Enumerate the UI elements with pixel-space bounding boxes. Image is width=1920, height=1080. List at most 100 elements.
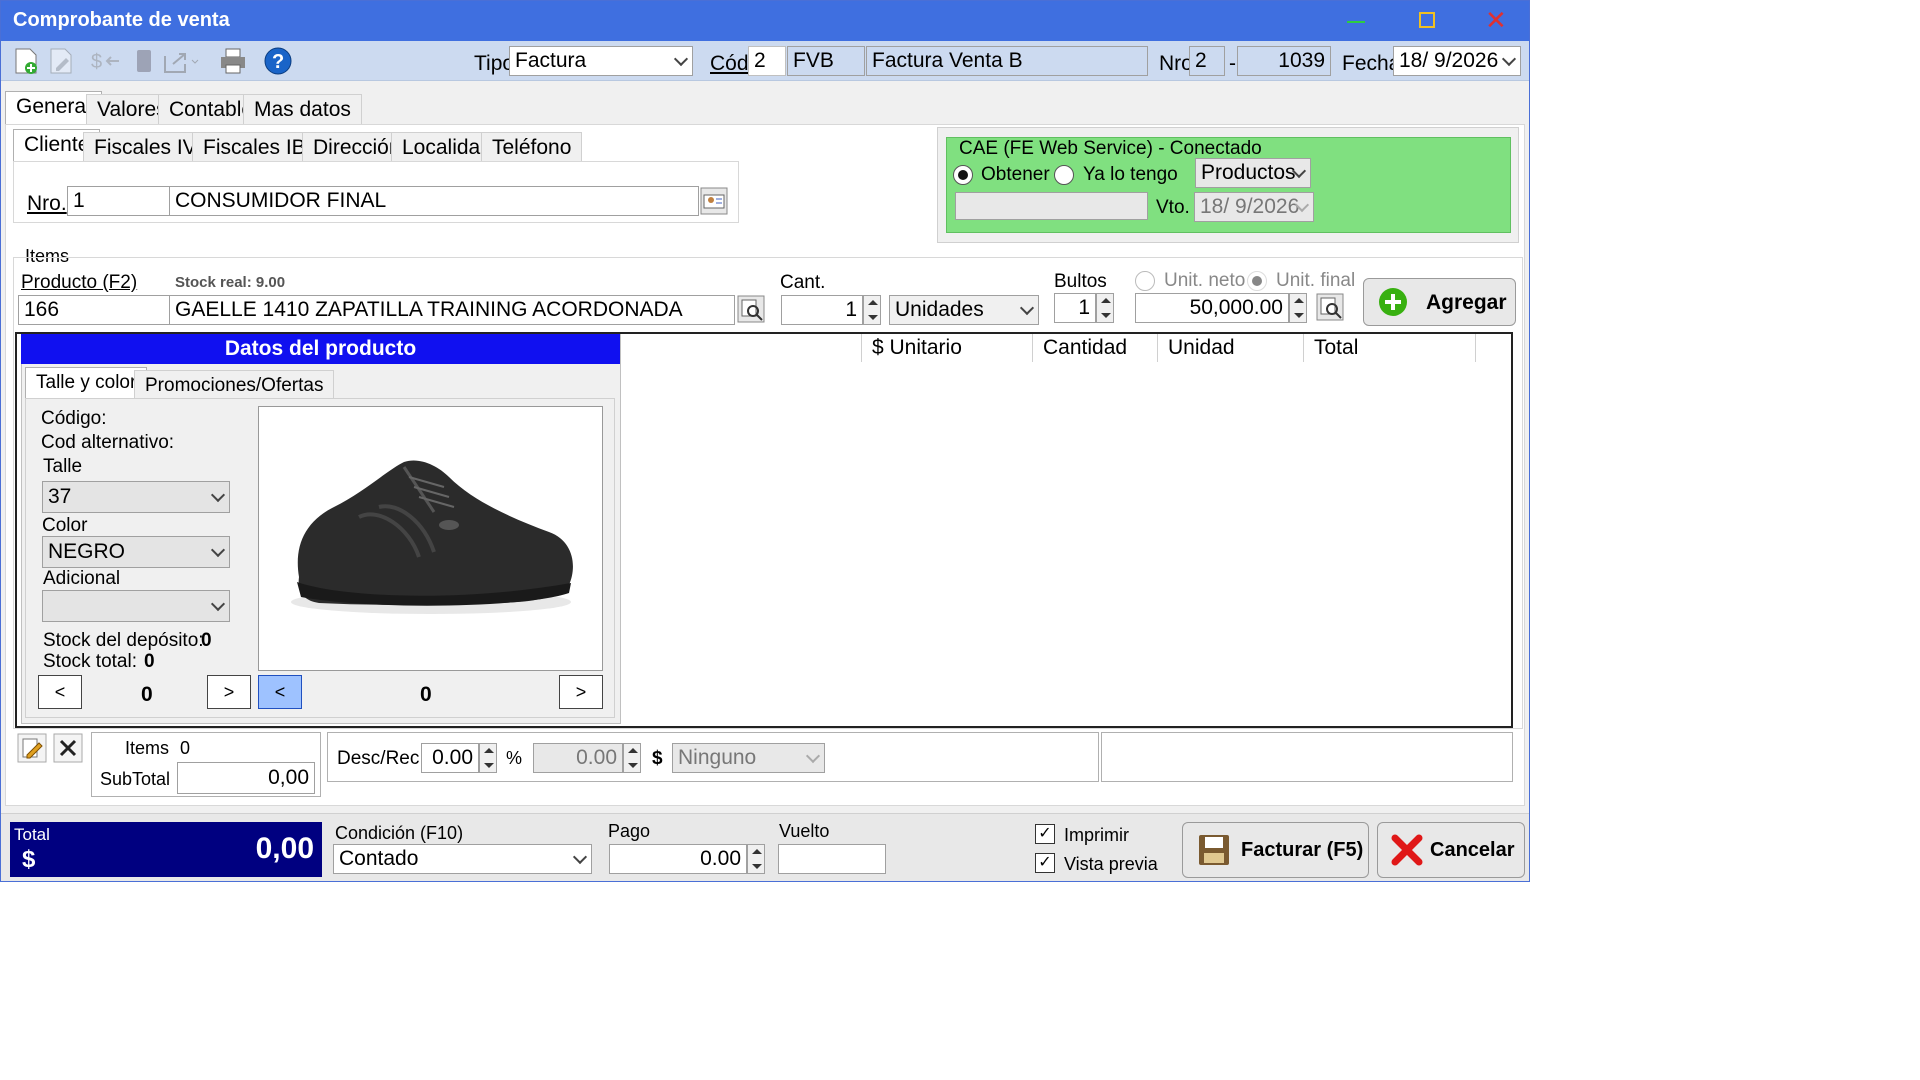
unit-neto-label: Unit. neto <box>1164 270 1246 291</box>
product-image-frame <box>258 406 603 671</box>
stock-deposito-label: Stock del depósito: <box>43 630 204 651</box>
cae-ya-lo-tengo-radio[interactable] <box>1054 165 1074 185</box>
facturar-button[interactable]: Facturar (F5) <box>1182 822 1369 878</box>
vuelto-input[interactable] <box>778 844 886 874</box>
punto-venta: 2 <box>1189 46 1225 76</box>
phone-icon[interactable] <box>129 46 159 76</box>
export-icon[interactable] <box>161 46 201 76</box>
total-value: 0,00 <box>255 832 314 865</box>
color-select[interactable]: NEGRO <box>42 536 230 568</box>
cod-alternativo-label: Cod alternativo: <box>41 432 175 453</box>
client-name-input[interactable]: CONSUMIDOR FINAL <box>169 186 699 216</box>
tab-promociones[interactable]: Promociones/Ofertas <box>134 370 335 400</box>
image-prev-button[interactable]: < <box>258 675 302 709</box>
new-document-icon[interactable] <box>11 46 41 76</box>
desc-pct-input[interactable]: 0.00 <box>421 743 479 773</box>
producto-code-input[interactable]: 166 <box>18 295 170 325</box>
edit-document-icon[interactable] <box>46 46 76 76</box>
cod-description: Factura Venta B <box>866 46 1148 76</box>
condicion-label: Condición (F10) <box>335 823 464 843</box>
nro-separator: - <box>1229 52 1236 75</box>
items-count-label: Items <box>125 738 170 758</box>
grid-col-cantidad[interactable]: Cantidad <box>1033 334 1158 362</box>
save-icon <box>1199 835 1229 865</box>
minimize-icon[interactable] <box>1347 21 1365 23</box>
agregar-button[interactable]: Agregar <box>1363 278 1516 326</box>
subtotal-label: SubTotal <box>100 769 171 789</box>
imprimir-label: Imprimir <box>1064 825 1129 845</box>
cae-productos-select[interactable]: Productos <box>1195 158 1311 188</box>
condicion-select[interactable]: Contado <box>333 844 592 874</box>
tipo-select[interactable]: Factura <box>509 46 693 76</box>
tab-telefono[interactable]: Teléfono <box>481 132 583 162</box>
talle-next-button[interactable]: > <box>207 675 251 709</box>
desc-amount-spinner[interactable] <box>623 743 641 773</box>
color-label: Color <box>42 515 88 536</box>
cancel-x-icon <box>1391 834 1423 866</box>
producto-desc-input[interactable]: GAELLE 1410 ZAPATILLA TRAINING ACORDONAD… <box>169 295 735 325</box>
unidad-select[interactable]: Unidades <box>889 295 1039 325</box>
precio-spinner[interactable] <box>1289 293 1307 323</box>
client-lookup-icon[interactable] <box>700 187 728 215</box>
bultos-input[interactable]: 1 <box>1054 293 1096 323</box>
close-icon[interactable]: ✕ <box>1485 5 1507 35</box>
tab-mas-datos[interactable]: Mas datos <box>243 94 362 124</box>
client-nro-input[interactable]: 1 <box>67 186 170 216</box>
tab-talle-color[interactable]: Talle y color <box>25 367 148 399</box>
imprimir-checkbox[interactable]: ✓ <box>1035 824 1055 844</box>
bultos-label: Bultos <box>1054 271 1107 292</box>
vuelto-label: Vuelto <box>779 821 830 841</box>
delete-row-icon[interactable] <box>53 733 83 763</box>
info-box <box>1101 732 1513 782</box>
maximize-icon[interactable] <box>1419 12 1435 28</box>
title-bar: Comprobante de venta ✕ <box>1 1 1529 41</box>
cae-number-input[interactable] <box>955 192 1148 220</box>
unit-final-radio[interactable] <box>1247 271 1267 291</box>
adicional-select[interactable] <box>42 590 230 622</box>
cant-label: Cant. <box>780 272 826 293</box>
cod-code: FVB <box>787 46 865 76</box>
precio-input[interactable]: 50,000.00 <box>1135 293 1289 323</box>
edit-row-icon[interactable] <box>17 733 47 763</box>
stock-real: Stock real: 9.00 <box>175 274 286 291</box>
grid-col-total[interactable]: Total <box>1304 334 1476 362</box>
cod-input[interactable]: 2 <box>748 46 786 76</box>
sales-voucher-window: Comprobante de venta ✕ $ ? Tipo Factura … <box>0 0 1530 882</box>
pago-label: Pago <box>608 821 651 841</box>
print-icon[interactable] <box>218 46 248 76</box>
cae-vto-picker[interactable]: 18/ 9/2026 <box>1194 192 1314 222</box>
talle-nav-count: 0 <box>141 683 153 706</box>
desc-tipo-select[interactable]: Ninguno <box>672 743 825 773</box>
price-search-icon[interactable] <box>1316 293 1344 321</box>
cae-ya-lo-tengo-label: Ya lo tengo <box>1083 164 1178 185</box>
client-nro-label[interactable]: Nro. <box>27 192 67 216</box>
bultos-spinner[interactable] <box>1096 293 1114 323</box>
image-next-button[interactable]: > <box>559 675 603 709</box>
desc-amount-input[interactable]: 0.00 <box>533 743 623 773</box>
grid-col-blank <box>621 334 862 362</box>
unit-final-label: Unit. final <box>1276 270 1356 291</box>
total-currency: $ <box>22 846 36 873</box>
cae-obtener-radio[interactable] <box>953 165 973 185</box>
fecha-picker[interactable]: 18/ 9/2026 <box>1393 46 1521 76</box>
vista-previa-checkbox[interactable]: ✓ <box>1035 853 1055 873</box>
cancelar-button[interactable]: Cancelar <box>1377 822 1525 878</box>
talle-label: Talle <box>43 456 83 477</box>
pago-spinner[interactable] <box>747 844 765 874</box>
desc-pct-spinner[interactable] <box>479 743 497 773</box>
grid-col-unitario[interactable]: $ Unitario <box>862 334 1033 362</box>
pago-input[interactable]: 0.00 <box>609 844 747 874</box>
total-box: Total $ 0,00 <box>10 822 322 877</box>
cant-spinner[interactable] <box>863 295 881 325</box>
unit-neto-radio[interactable] <box>1135 271 1155 291</box>
cant-input[interactable]: 1 <box>781 295 863 325</box>
product-search-icon[interactable] <box>737 295 765 323</box>
grid-col-unidad[interactable]: Unidad <box>1158 334 1304 362</box>
producto-label[interactable]: Producto (F2) <box>21 272 137 294</box>
talle-prev-button[interactable]: < <box>38 675 82 709</box>
svg-text:?: ? <box>272 51 284 73</box>
help-icon[interactable]: ? <box>263 46 293 76</box>
subtotal-value: 0,00 <box>177 762 315 794</box>
currency-icon[interactable]: $ <box>89 46 123 76</box>
talle-select[interactable]: 37 <box>42 481 230 513</box>
